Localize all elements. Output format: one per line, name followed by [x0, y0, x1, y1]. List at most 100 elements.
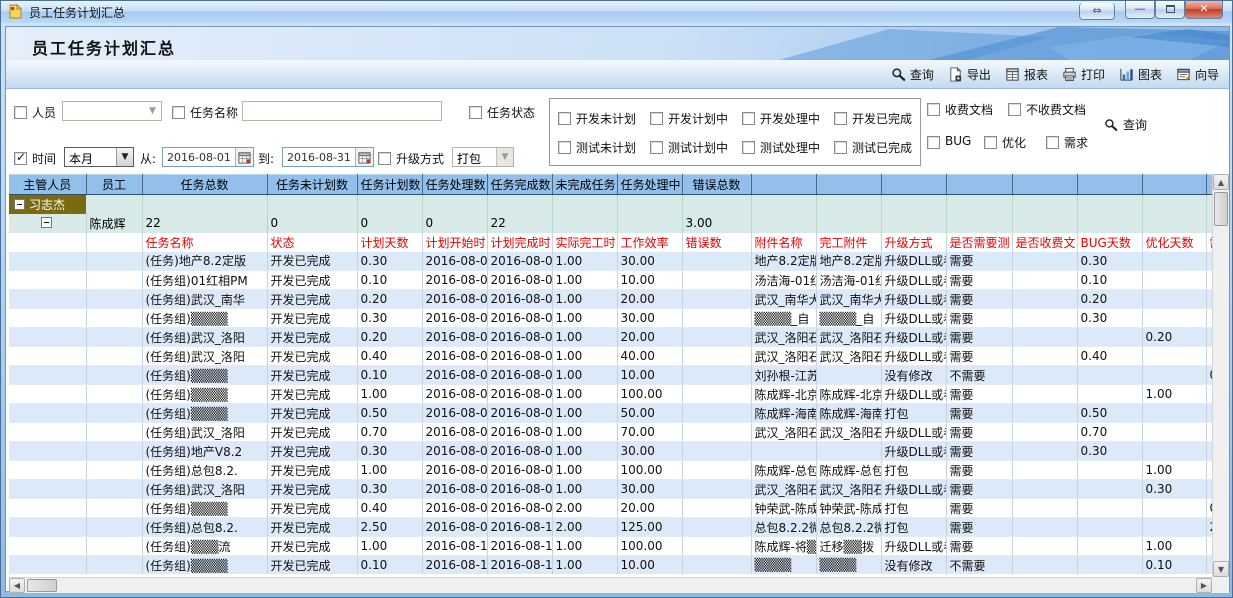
- sub-column-header[interactable]: 实际完工时: [552, 233, 617, 252]
- row-cell[interactable]: 没有修改: [881, 366, 946, 385]
- row-cell[interactable]: [1077, 518, 1142, 537]
- column-header[interactable]: [1012, 175, 1077, 195]
- row-cell[interactable]: 开发已完成: [267, 499, 357, 518]
- summary-value-cell[interactable]: [552, 214, 617, 233]
- row-cell[interactable]: 0.40: [357, 347, 422, 366]
- summary-value-cell[interactable]: [617, 214, 682, 233]
- title-bar[interactable]: 员工任务计划汇总 ⇔ — ✕: [1, 1, 1232, 23]
- row-cell[interactable]: [1012, 271, 1077, 290]
- row-cell[interactable]: [1012, 404, 1077, 423]
- column-header[interactable]: [1077, 175, 1142, 195]
- row-cell[interactable]: 2016-08-05: [422, 442, 487, 461]
- row-cell[interactable]: 2016-08-03: [422, 347, 487, 366]
- table-row[interactable]: (任务组)总包8.2.开发已完成1.002016-08-082016-08-08…: [9, 461, 1212, 480]
- row-cell[interactable]: 汤洁海-01红: [751, 271, 816, 290]
- row-cell[interactable]: 1.00: [552, 385, 617, 404]
- row-cell[interactable]: 开发已完成: [267, 252, 357, 271]
- row-cell[interactable]: 0.30: [357, 309, 422, 328]
- row-cell[interactable]: 1.00: [1142, 461, 1206, 480]
- row-cell[interactable]: 需要: [946, 252, 1012, 271]
- row-cell[interactable]: 1.00: [552, 290, 617, 309]
- row-cell[interactable]: 开发已完成: [267, 290, 357, 309]
- column-header[interactable]: 未完成任务: [552, 175, 617, 195]
- row-cell[interactable]: 武汉_南华大: [816, 290, 881, 309]
- row-cell[interactable]: 升级DLL或者: [881, 423, 946, 442]
- table-row[interactable]: (任务组)▒▒▒▒开发已完成0.302016-08-032016-08-031.…: [9, 309, 1212, 328]
- row-cell[interactable]: 升级DLL或者: [881, 480, 946, 499]
- column-header[interactable]: 任务未计划数: [267, 175, 357, 195]
- row-cell[interactable]: [1012, 252, 1077, 271]
- row-cell[interactable]: [1142, 404, 1206, 423]
- row-cell[interactable]: 升级DLL或者: [881, 252, 946, 271]
- test-done-checkbox[interactable]: [834, 141, 847, 154]
- row-cell[interactable]: 0.10: [357, 556, 422, 575]
- maximize-button[interactable]: [1155, 1, 1185, 19]
- table-row[interactable]: (任务组)▒▒▒▒开发已完成0.502016-08-042016-08-041.…: [9, 404, 1212, 423]
- row-cell[interactable]: 1.00: [552, 556, 617, 575]
- optimize-checkbox[interactable]: [984, 136, 997, 149]
- row-cell[interactable]: 10.00: [617, 271, 682, 290]
- row-cell[interactable]: 陈成辉-海南: [751, 404, 816, 423]
- row-cell[interactable]: 0.30: [357, 252, 422, 271]
- row-cell[interactable]: 2.00: [552, 518, 617, 537]
- row-cell[interactable]: 不需要: [946, 366, 1012, 385]
- sub-column-header[interactable]: 工作效率: [617, 233, 682, 252]
- collapse-icon[interactable]: [14, 199, 25, 210]
- row-cell[interactable]: 100.00: [617, 537, 682, 556]
- row-cell[interactable]: (任务组)▒▒▒▒: [142, 385, 267, 404]
- column-header[interactable]: 任务处理中: [617, 175, 682, 195]
- row-cell[interactable]: (任务组)武汉_南华: [142, 290, 267, 309]
- row-cell[interactable]: [1142, 518, 1206, 537]
- row-cell[interactable]: 开发已完成: [267, 423, 357, 442]
- row-cell[interactable]: 1.00: [552, 537, 617, 556]
- column-header[interactable]: [946, 175, 1012, 195]
- row-cell[interactable]: [1012, 442, 1077, 461]
- row-cell[interactable]: 开发已完成: [267, 518, 357, 537]
- time-checkbox[interactable]: [14, 152, 27, 165]
- row-cell[interactable]: 陈成辉-总包: [751, 461, 816, 480]
- person-dropdown[interactable]: ▼: [62, 101, 162, 121]
- row-cell[interactable]: [682, 385, 751, 404]
- row-cell[interactable]: 1.00: [552, 366, 617, 385]
- row-cell[interactable]: 2016-08-04: [487, 385, 552, 404]
- row-cell[interactable]: 10.00: [617, 366, 682, 385]
- row-cell[interactable]: 0.10: [1077, 271, 1142, 290]
- row-cell[interactable]: [682, 252, 751, 271]
- scroll-left-icon[interactable]: ◀: [9, 578, 25, 593]
- row-cell[interactable]: 2016-08-03: [487, 309, 552, 328]
- row-cell[interactable]: 武汉_洛阳石: [751, 423, 816, 442]
- row-cell[interactable]: 需要: [946, 499, 1012, 518]
- row-cell[interactable]: 武汉_洛阳石: [816, 328, 881, 347]
- row-cell[interactable]: 武汉_洛阳石: [751, 328, 816, 347]
- row-cell[interactable]: [1012, 385, 1077, 404]
- charged-doc-checkbox[interactable]: [927, 103, 940, 116]
- row-cell[interactable]: 需要: [946, 442, 1012, 461]
- row-cell[interactable]: 1.00: [552, 309, 617, 328]
- row-cell[interactable]: 开发已完成: [267, 556, 357, 575]
- row-cell[interactable]: [1077, 556, 1142, 575]
- row-cell[interactable]: 需要: [946, 404, 1012, 423]
- table-row[interactable]: (任务组)▒▒▒▒开发已完成1.002016-08-042016-08-041.…: [9, 385, 1212, 404]
- row-cell[interactable]: 开发已完成: [267, 366, 357, 385]
- row-cell[interactable]: 打包: [881, 404, 946, 423]
- row-cell[interactable]: [1077, 366, 1142, 385]
- row-cell[interactable]: 2.50: [357, 518, 422, 537]
- row-cell[interactable]: 1.00: [357, 461, 422, 480]
- row-cell[interactable]: (任务组)▒▒▒流: [142, 537, 267, 556]
- date-from-input[interactable]: [163, 148, 235, 166]
- row-cell[interactable]: 需要: [946, 423, 1012, 442]
- row-cell[interactable]: 2016-08-02: [422, 271, 487, 290]
- summary-value-cell[interactable]: 22: [487, 214, 552, 233]
- row-cell[interactable]: [682, 347, 751, 366]
- row-cell[interactable]: [1142, 271, 1206, 290]
- row-cell[interactable]: 武汉_洛阳石: [816, 347, 881, 366]
- row-cell[interactable]: 1.00: [357, 537, 422, 556]
- column-header[interactable]: 任务计划数: [357, 175, 422, 195]
- table-row[interactable]: (任务)地产8.2定版开发已完成0.302016-08-022016-08-02…: [9, 252, 1212, 271]
- row-cell[interactable]: [1142, 309, 1206, 328]
- time-range-dropdown[interactable]: 本月 ▼: [64, 147, 134, 167]
- row-cell[interactable]: 需要: [946, 347, 1012, 366]
- row-cell[interactable]: 需要: [946, 328, 1012, 347]
- table-row[interactable]: (任务组)01红相PM开发已完成0.102016-08-022016-08-02…: [9, 271, 1212, 290]
- row-cell[interactable]: 武汉_洛阳石: [751, 480, 816, 499]
